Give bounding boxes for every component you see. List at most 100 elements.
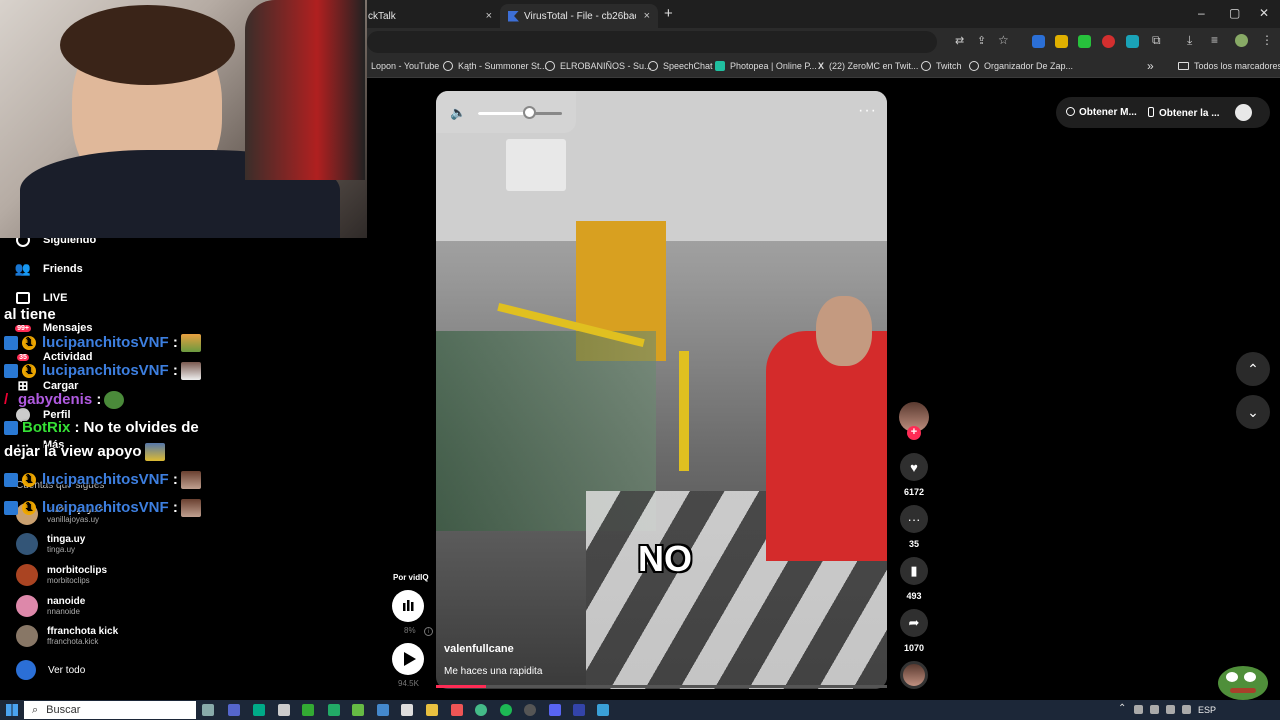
- video-more-button[interactable]: ···: [858, 102, 877, 120]
- edge-icon[interactable]: [253, 704, 265, 716]
- sidebar-item-live[interactable]: LIVE: [14, 290, 67, 306]
- language-indicator[interactable]: ESP: [1198, 705, 1216, 715]
- new-tab-button[interactable]: +: [664, 5, 673, 22]
- bookmark-item[interactable]: Twitch: [921, 61, 962, 71]
- bookmark-icon[interactable]: ▮: [900, 557, 928, 585]
- taskbar-app-icon[interactable]: [401, 704, 413, 716]
- extension-icon[interactable]: [1126, 35, 1139, 48]
- all-bookmarks-button[interactable]: Todos los marcadores: [1178, 61, 1280, 71]
- folder-icon: [1178, 62, 1189, 70]
- notification-badge: 35: [17, 353, 29, 361]
- media-control-icon[interactable]: ≡: [1211, 33, 1218, 47]
- bookmark-star-icon[interactable]: ☆: [998, 33, 1009, 47]
- video-progress-fill: [436, 685, 486, 688]
- tab-virustotal[interactable]: VirusTotal - File - cb26baca6c2 ×: [500, 4, 658, 28]
- close-window-button[interactable]: ✕: [1259, 6, 1269, 20]
- extension-icon[interactable]: [1032, 35, 1045, 48]
- heart-icon[interactable]: ♥: [900, 453, 928, 481]
- following-account[interactable]: tinga.uy tinga.uy: [16, 533, 85, 555]
- vidiq-percent: 8% i: [404, 626, 433, 636]
- volume-icon[interactable]: 🔈: [450, 105, 466, 121]
- download-icon[interactable]: ⤓: [1187, 33, 1192, 48]
- volume-tray-icon[interactable]: [1182, 705, 1191, 714]
- sidebar-item-friends[interactable]: 👥 Friends: [14, 261, 83, 277]
- avatar: [16, 625, 38, 647]
- sidebar-item-label: Friends: [43, 263, 83, 275]
- windows-start-icon[interactable]: [6, 704, 18, 716]
- restore-button[interactable]: ▢: [1229, 6, 1240, 20]
- next-video-button[interactable]: ⌄: [1236, 395, 1270, 429]
- taskbar-app-icon[interactable]: [451, 704, 463, 716]
- share-icon[interactable]: ➦: [900, 609, 928, 637]
- extension-icon[interactable]: [1102, 35, 1115, 48]
- obs-icon[interactable]: [524, 704, 536, 716]
- taskbar-search-input[interactable]: ⌕ Buscar: [24, 701, 196, 719]
- bookmark-item[interactable]: Lopon - YouTube: [371, 61, 439, 71]
- task-view-icon[interactable]: [202, 704, 214, 716]
- bookmarks-overflow-button[interactable]: »: [1147, 59, 1154, 73]
- extension-icon[interactable]: [1078, 35, 1091, 48]
- taskbar-app-icon[interactable]: [377, 704, 389, 716]
- profile-avatar[interactable]: [1235, 34, 1248, 47]
- bookmark-item[interactable]: ELROBANIÑOS - Su...: [545, 61, 652, 71]
- like-action[interactable]: ♥ 6172: [899, 453, 929, 497]
- volume-slider-handle[interactable]: [523, 106, 536, 119]
- store-icon[interactable]: [278, 704, 290, 716]
- emote-icon: [180, 471, 201, 490]
- follow-button[interactable]: +: [907, 426, 921, 440]
- close-tab-icon[interactable]: ×: [486, 10, 492, 22]
- taskbar-app-icon[interactable]: [352, 704, 364, 716]
- following-account[interactable]: nanoide nnanoide: [16, 595, 85, 617]
- previous-video-button[interactable]: ⌃: [1236, 352, 1270, 386]
- sub-badge-icon: 1: [22, 364, 36, 379]
- network-icon[interactable]: [1166, 705, 1175, 714]
- video-progress-bar[interactable]: [436, 685, 887, 688]
- file-explorer-icon[interactable]: [426, 704, 438, 716]
- vidiq-stats-button[interactable]: [392, 590, 424, 622]
- taskbar-app-icon[interactable]: [573, 704, 585, 716]
- chrome-icon[interactable]: [475, 704, 487, 716]
- bookmark-item[interactable]: X (22) ZeroMC en Twit...: [818, 61, 918, 71]
- install-app-icon[interactable]: ⇪: [977, 34, 986, 47]
- see-all-link[interactable]: Ver todo: [16, 660, 85, 680]
- get-app-button[interactable]: Obtener M...: [1066, 107, 1137, 118]
- taskbar-app-icon[interactable]: [328, 704, 340, 716]
- translate-icon[interactable]: ⇄: [955, 34, 964, 47]
- get-mobile-app-button[interactable]: Obtener la ...: [1148, 107, 1220, 119]
- close-tab-icon[interactable]: ×: [644, 10, 650, 22]
- volume-slider[interactable]: [478, 112, 562, 115]
- video-player[interactable]: [436, 91, 887, 689]
- comment-action[interactable]: ··· 35: [899, 505, 929, 549]
- play-button[interactable]: [392, 643, 424, 675]
- comment-icon[interactable]: ···: [900, 505, 928, 533]
- bookmark-item[interactable]: Kąth - Summoner St...: [443, 61, 547, 71]
- menu-kebab-icon[interactable]: ⋮: [1261, 33, 1273, 47]
- tray-icon[interactable]: [1150, 705, 1159, 714]
- extensions-puzzle-icon[interactable]: ⧉: [1152, 33, 1161, 48]
- creator-avatar[interactable]: +: [899, 402, 929, 440]
- taskbar-app-icon[interactable]: [302, 704, 314, 716]
- sound-disc[interactable]: [899, 661, 929, 689]
- bookmark-item[interactable]: Organizador De Zap...: [969, 61, 1073, 71]
- taskbar-app-icon[interactable]: [597, 704, 609, 716]
- minimize-button[interactable]: –: [1198, 6, 1205, 20]
- taskbar-app-icon[interactable]: [228, 704, 240, 716]
- spotify-icon[interactable]: [500, 704, 512, 716]
- webcam-feed: [0, 0, 367, 238]
- tab-kicktalk[interactable]: ckTalk ×: [360, 4, 500, 28]
- user-avatar[interactable]: [1235, 104, 1252, 121]
- chat-message: BotRix : No te olvides de: [4, 419, 199, 436]
- following-account[interactable]: ffranchota kick ffranchota.kick: [16, 625, 118, 647]
- share-action[interactable]: ➦ 1070: [899, 609, 929, 653]
- bookmark-item[interactable]: Photopea | Online P...: [715, 61, 817, 71]
- bookmark-item[interactable]: SpeechChat: [648, 61, 713, 71]
- tray-overflow-icon[interactable]: ⌃: [1118, 703, 1126, 714]
- save-action[interactable]: ▮ 493: [899, 557, 929, 601]
- url-input[interactable]: [367, 31, 937, 53]
- discord-icon[interactable]: [549, 704, 561, 716]
- globe-icon: [921, 61, 931, 71]
- tray-icon[interactable]: [1134, 705, 1143, 714]
- extension-icon[interactable]: [1055, 35, 1068, 48]
- video-author[interactable]: valenfullcane: [444, 643, 514, 655]
- following-account[interactable]: morbitoclips morbitoclips: [16, 564, 107, 586]
